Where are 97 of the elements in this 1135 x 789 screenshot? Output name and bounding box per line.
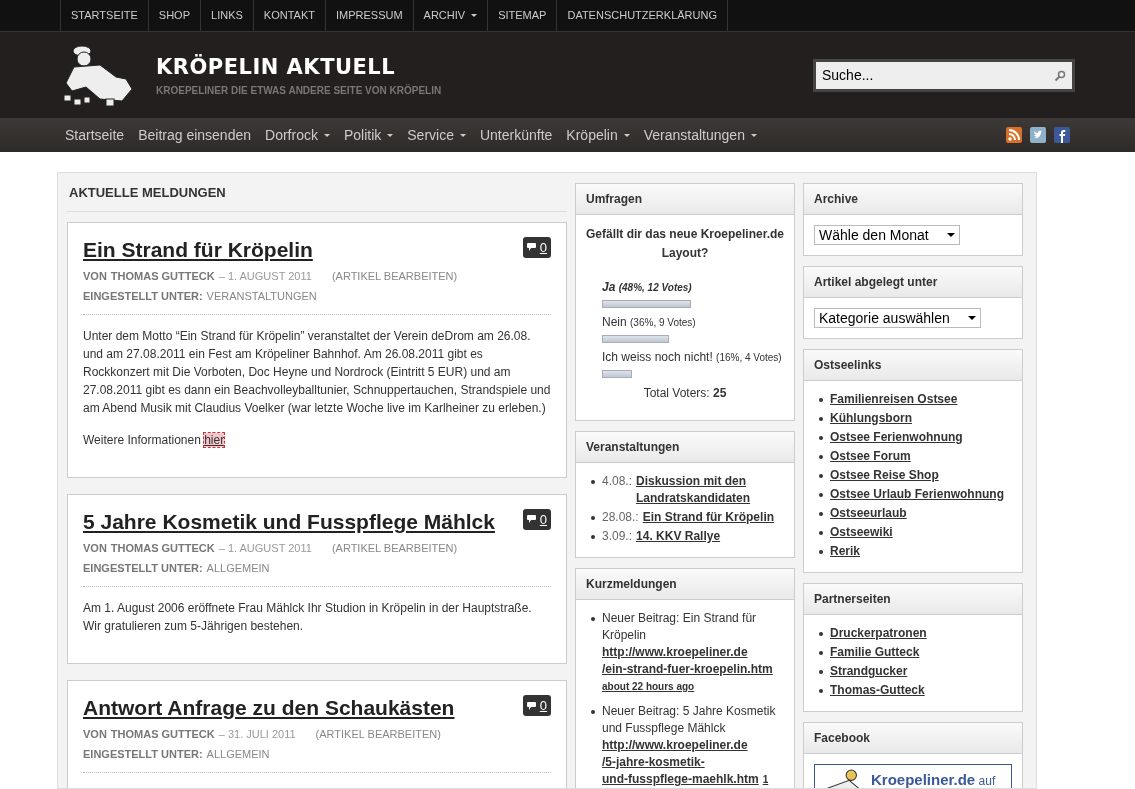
facebook-page-link[interactable]: Kroepeliner.de [871, 771, 976, 788]
post-date: – 1. AUGUST 2011 [218, 268, 312, 284]
nav-link-item[interactable]: Startseite [65, 124, 125, 146]
top-menu-link[interactable]: LINKS [201, 0, 254, 31]
widget-title: Ostseelinks [804, 350, 1022, 381]
nav-link-item[interactable]: Politik [343, 124, 394, 146]
speech-bubble-icon [526, 515, 536, 524]
article-title-link[interactable]: Antwort Anfrage zu den Schaukästen [83, 694, 455, 721]
facebook-icon[interactable] [1054, 127, 1070, 143]
top-menu-link[interactable]: SHOP [148, 0, 201, 31]
post-date: – 1. AUGUST 2011 [218, 540, 312, 556]
sidebar-link[interactable]: Druckerpatronen [830, 626, 927, 640]
poll-option-label: Nein (36%, 9 Votes) [602, 314, 697, 331]
nav-link-item[interactable]: Beitrag einsenden [138, 124, 251, 146]
sidebar-link[interactable]: Kühlungsborn [830, 411, 912, 425]
widget-title: Kurzmeldungen [576, 569, 794, 600]
edit-link[interactable]: (ARTIKEL BEARBEITEN) [315, 724, 441, 745]
widget-title: Archive [804, 184, 1022, 215]
speech-bubble-icon [526, 701, 536, 710]
top-menu-link[interactable]: ARCHIV [413, 0, 489, 31]
widget-title: Artikel abgelegt unter [804, 267, 1022, 298]
search-icon[interactable] [1054, 69, 1066, 82]
poll-total: Total Voters: 25 [642, 385, 728, 402]
sidebar-link[interactable]: Ostseewiki [830, 525, 893, 539]
poll-question: Gefällt dir das neue Kroepeliner.de Layout? [584, 226, 786, 262]
section-heading: AKTUELLE MELDUNGEN [67, 183, 567, 212]
sidebar-link[interactable]: Strandgucker [830, 664, 908, 678]
top-menu-link[interactable]: SITEMAP [488, 0, 558, 31]
article-paragraph: Am 1. August 2006 eröffnete Frau Mählck Ihr Studion in Kröpelin in der Hauptstraße. Wir gratulieren zum 5-Jährigen bestehen. [83, 599, 533, 635]
article-title-link[interactable]: 5 Jahre Kosmetik und Fusspflege Mählck [83, 508, 495, 534]
rss-icon[interactable] [1006, 127, 1022, 143]
article-paragraph: Unter dem Motto “Ein Strand für Kröpelin” veranstaltet der Verein deDrom am 26.08. und am 27.08.2011 ein Fest am Kröpeliner Bahnhof. Am 26.08.2011 gibt es Rockkonzert mit Die Vorboten, Doc Heyne und Nordrock (Eintritt 5 EUR) und am 27.08.2011 gibt es dann ein Beachvolleyballtunier, Schnuppertauchen, Strandspiele und am Abend Musik mit Claudius Voelker (war letzte Woche live im Karlheiner zu erleben.) [83, 327, 551, 417]
sidebar-link[interactable]: Ostsee Reise Shop [830, 468, 939, 482]
sidebar-link[interactable]: Ostseeurlaub [830, 506, 907, 520]
widget-title: Facebook [804, 723, 1022, 754]
comment-count-badge[interactable]: 0 [522, 236, 551, 258]
widget-title: Umfragen [576, 184, 794, 215]
site-title[interactable]: KRÖPELIN AKTUELL [156, 51, 442, 84]
category-label: EINGESTELLT UNTER: [83, 560, 203, 576]
top-menu-link[interactable]: KONTAKT [253, 0, 326, 31]
author-name[interactable]: THOMAS GUTTECK [110, 724, 215, 745]
top-menu-link[interactable]: DATENSCHUTZERKLÄRUNG [557, 0, 728, 31]
news-url-link[interactable]: http://www.kroepeliner.de /5-jahre-kosmetik- und-fusspflege-maehlk.htm [602, 737, 759, 788]
info-link[interactable]: hier [204, 432, 225, 447]
comment-count-badge[interactable]: 0 [522, 694, 551, 717]
post-date: – 31. JULI 2011 [218, 727, 296, 743]
news-time-link[interactable]: 1 [762, 771, 769, 788]
poll-option-label: Ich weiss noch nicht! (16%, 4 Votes) [602, 349, 783, 366]
category-label: EINGESTELLT UNTER: [83, 747, 203, 763]
nav-link-item[interactable]: Kröpelin [566, 124, 630, 146]
search-field[interactable]: Suche... [813, 58, 1075, 92]
byline-label: VON [83, 268, 107, 284]
dropdown-select[interactable]: Kategorie auswählen [814, 308, 981, 328]
byline-label: VON [83, 540, 107, 556]
article-paragraph: Weitere Informationen hier [83, 431, 226, 449]
facebook-suffix: auf [978, 774, 996, 788]
event-link[interactable]: Diskussion mit den Landratskandidaten [636, 473, 784, 507]
caret-icon [967, 316, 976, 320]
sidebar-link[interactable]: Thomas-Gutteck [830, 683, 925, 697]
event-date: 3.09.: [602, 528, 633, 545]
sidebar-link[interactable]: Ostsee Ferienwohnung [830, 430, 963, 444]
nav-link-item[interactable]: Veranstaltungen [643, 124, 757, 146]
nav-link-item[interactable]: Service [407, 124, 466, 146]
article-title-link[interactable]: Ein Strand für Kröpelin [83, 236, 313, 262]
event-date: 28.08.: [602, 509, 639, 526]
widget-title: Partnerseiten [804, 584, 1022, 615]
event-link[interactable]: 14. KKV Rallye [636, 528, 721, 545]
comment-count-badge[interactable]: 0 [522, 508, 551, 531]
speech-bubble-icon [526, 243, 536, 252]
nav-link-item[interactable]: Dorfrock [265, 124, 330, 146]
category-link[interactable]: VERANSTALTUNGEN [206, 285, 317, 306]
byline-label: VON [83, 727, 107, 743]
poll-option-label: Ja (48%, 12 Votes) [602, 279, 693, 296]
sidebar-link[interactable]: Rerik [830, 544, 861, 558]
category-link[interactable]: ALLGEMEIN [206, 557, 270, 578]
edit-link[interactable]: (ARTIKEL BEARBEITEN) [331, 265, 458, 286]
nav-link-item[interactable]: Unterkünfte [479, 124, 553, 146]
top-menu-link[interactable]: IMPRESSUM [325, 0, 414, 31]
sidebar-link[interactable]: Ostsee Urlaub Ferienwohnung [830, 487, 1005, 501]
sidebar-link[interactable]: Familienreisen Ostsee [830, 392, 958, 406]
news-time-link[interactable]: about 22 hours ago [602, 678, 695, 695]
author-name[interactable]: THOMAS GUTTECK [110, 265, 215, 286]
event-link[interactable]: Ein Strand für Kröpelin [642, 509, 775, 526]
dropdown-select[interactable]: Wähle den Monat [814, 225, 960, 245]
event-date: 4.08.: [602, 473, 633, 490]
category-label: EINGESTELLT UNTER: [83, 288, 203, 304]
bird-icon[interactable] [1030, 127, 1046, 143]
caret-icon [946, 233, 955, 237]
site-tagline: KROEPELINER DIE ETWAS ANDERE SEITE VON KRÖPELIN [156, 83, 442, 99]
author-name[interactable]: THOMAS GUTTECK [110, 537, 215, 558]
top-menu-link[interactable]: STARTSEITE [60, 0, 149, 31]
sidebar-link[interactable]: Ostsee Forum [830, 449, 911, 463]
category-link[interactable]: ALLGEMEIN [206, 744, 270, 765]
news-url-link[interactable]: http://www.kroepeliner.de /ein-strand-fuer-kroepelin.htm [602, 644, 773, 678]
edit-link[interactable]: (ARTIKEL BEARBEITEN) [331, 537, 458, 558]
sidebar-link[interactable]: Familie Gutteck [830, 645, 920, 659]
widget-title: Veranstaltungen [576, 432, 794, 463]
